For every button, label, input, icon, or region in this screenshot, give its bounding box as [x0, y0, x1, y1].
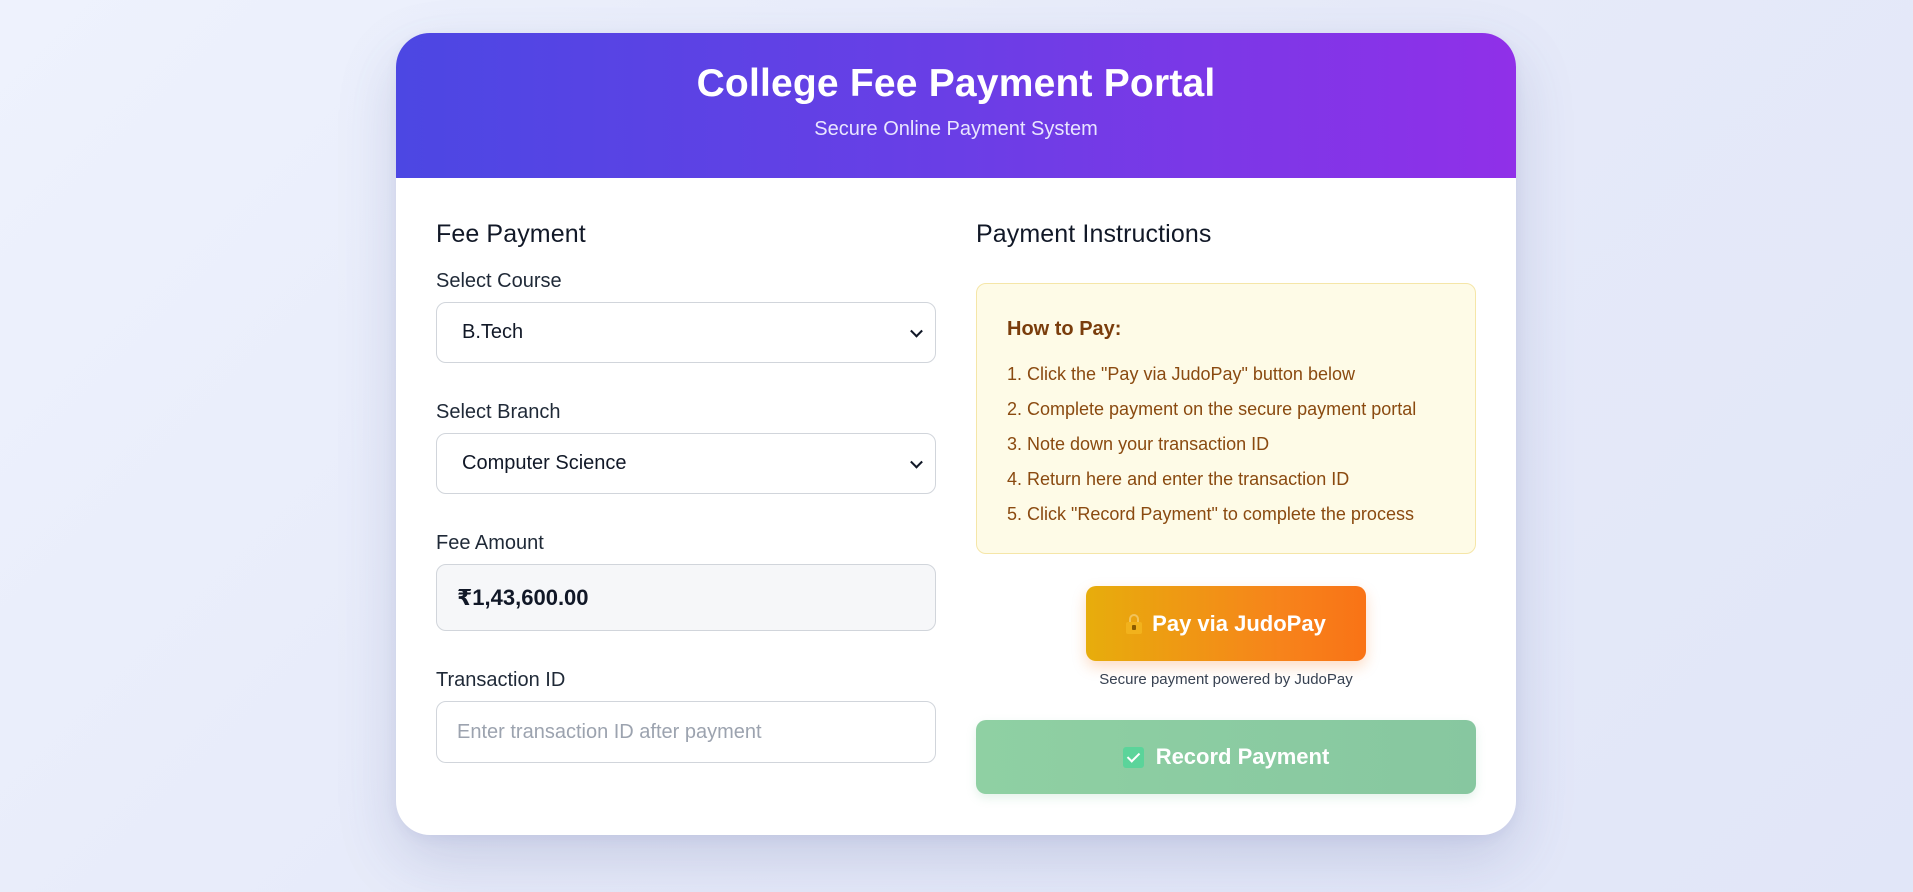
- pay-via-judopay-button[interactable]: Pay via JudoPay: [1086, 586, 1366, 661]
- instructions-title: Payment Instructions: [976, 220, 1212, 248]
- course-select[interactable]: B.Tech: [436, 302, 936, 363]
- lock-icon: [1126, 613, 1143, 634]
- check-icon: [1122, 746, 1144, 768]
- chevron-down-icon: [910, 455, 923, 469]
- course-selected-value: B.Tech: [462, 321, 524, 343]
- branch-select[interactable]: Computer Science: [436, 433, 936, 494]
- fee-payment-title: Fee Payment: [436, 220, 586, 248]
- instructions-box: How to Pay: 1. Click the "Pay via JudoPa…: [976, 283, 1476, 554]
- record-button-label: Record Payment: [1155, 744, 1330, 769]
- instruction-step: 5. Click "Record Payment" to complete th…: [1007, 504, 1414, 524]
- chevron-down-icon: [910, 324, 923, 338]
- pay-button-label: Pay via JudoPay: [1152, 610, 1326, 636]
- payment-note: Secure payment powered by JudoPay: [1099, 671, 1353, 688]
- branch-selected-value: Computer Science: [462, 452, 627, 474]
- fee-amount-field: ₹1,43,600.00: [436, 564, 936, 631]
- instruction-step: 4. Return here and enter the transaction…: [1007, 469, 1350, 489]
- fee-amount-value: ₹1,43,600.00: [457, 584, 589, 610]
- transaction-id-input[interactable]: [436, 701, 936, 763]
- fee-amount-label: Fee Amount: [436, 532, 544, 554]
- portal-header: College Fee Payment Portal Secure Online…: [396, 33, 1516, 178]
- how-to-pay-title: How to Pay:: [1007, 318, 1122, 340]
- record-payment-button[interactable]: Record Payment: [976, 720, 1476, 794]
- branch-label: Select Branch: [436, 401, 561, 423]
- transaction-id-label: Transaction ID: [436, 669, 566, 691]
- content-columns: Fee Payment Select Course B.Tech Select …: [396, 178, 1516, 835]
- course-label: Select Course: [436, 270, 562, 292]
- page-title: College Fee Payment Portal: [696, 62, 1216, 105]
- instruction-step: 1. Click the "Pay via JudoPay" button be…: [1007, 364, 1355, 384]
- payment-card: College Fee Payment Portal Secure Online…: [396, 33, 1516, 835]
- instruction-step: 3. Note down your transaction ID: [1007, 434, 1270, 454]
- page-subtitle: Secure Online Payment System: [814, 117, 1098, 140]
- instruction-step: 2. Complete payment on the secure paymen…: [1007, 399, 1417, 419]
